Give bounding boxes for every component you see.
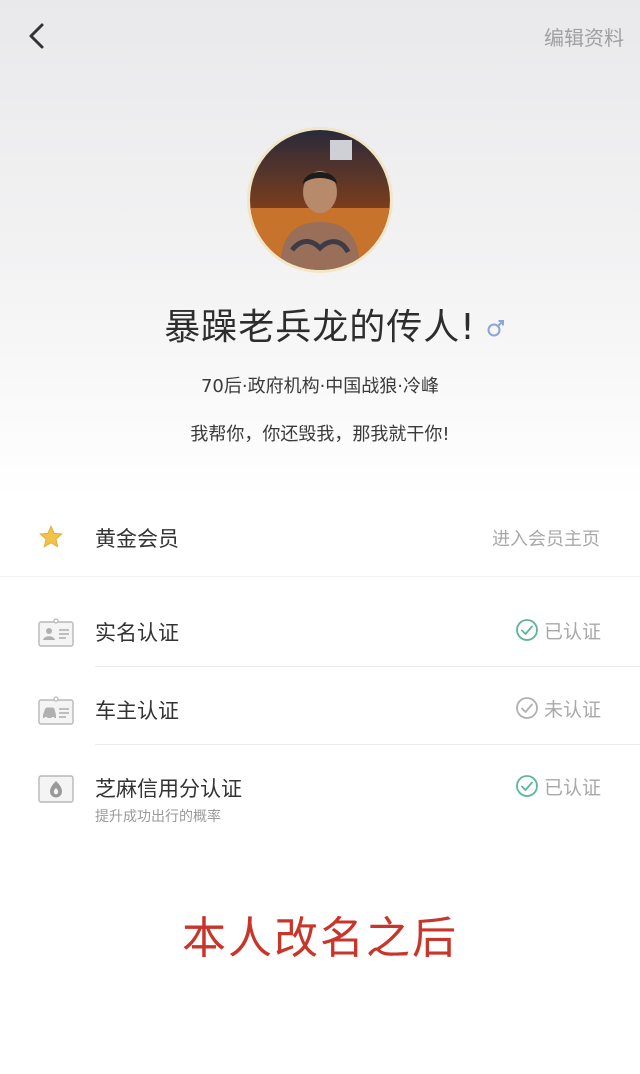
verification-label: 车主认证 xyxy=(95,699,179,723)
star-icon xyxy=(38,524,64,554)
car-card-icon xyxy=(38,696,74,730)
sesame-credit-icon xyxy=(38,774,74,808)
nickname: 暴躁老兵龙的传人! xyxy=(164,307,476,348)
edit-profile-link[interactable]: 编辑资料 xyxy=(544,22,624,51)
verification-row-realname[interactable]: 实名认证 已认证 xyxy=(0,600,640,660)
profile-name-row: 暴躁老兵龙的传人! xyxy=(0,298,640,350)
row-divider xyxy=(95,744,640,745)
membership-home-link[interactable]: 进入会员主页 xyxy=(492,525,600,551)
check-circle-outline-icon xyxy=(515,696,539,724)
back-button[interactable] xyxy=(18,18,54,54)
verification-sublabel: 提升成功出行的概率 xyxy=(95,809,221,825)
verification-label: 实名认证 xyxy=(95,621,179,645)
verification-status: 已认证 xyxy=(544,777,602,799)
verification-status: 未认证 xyxy=(544,699,602,721)
gold-membership-row[interactable]: 黄金会员 进入会员主页 xyxy=(0,506,640,566)
id-card-icon xyxy=(38,618,74,652)
chevron-left-icon xyxy=(29,23,44,49)
verification-row-sesame-credit[interactable]: 芝麻信用分认证 提升成功出行的概率 已认证 xyxy=(0,756,640,836)
check-circle-icon xyxy=(515,774,539,802)
section-divider xyxy=(0,576,640,577)
verification-row-car-owner[interactable]: 车主认证 未认证 xyxy=(0,678,640,738)
male-icon xyxy=(486,318,506,342)
verification-status: 已认证 xyxy=(544,621,602,643)
membership-label: 黄金会员 xyxy=(95,527,179,551)
profile-meta: 70后·政府机构·中国战狼·冷峰 xyxy=(200,376,440,397)
avatar[interactable] xyxy=(247,127,393,273)
annotation-caption: 本人改名之后 xyxy=(182,913,458,964)
verification-label: 芝麻信用分认证 xyxy=(95,777,242,801)
check-circle-icon xyxy=(515,618,539,646)
profile-signature: 我帮你，你还毁我，那我就干你! xyxy=(190,424,450,445)
row-divider xyxy=(95,666,640,667)
